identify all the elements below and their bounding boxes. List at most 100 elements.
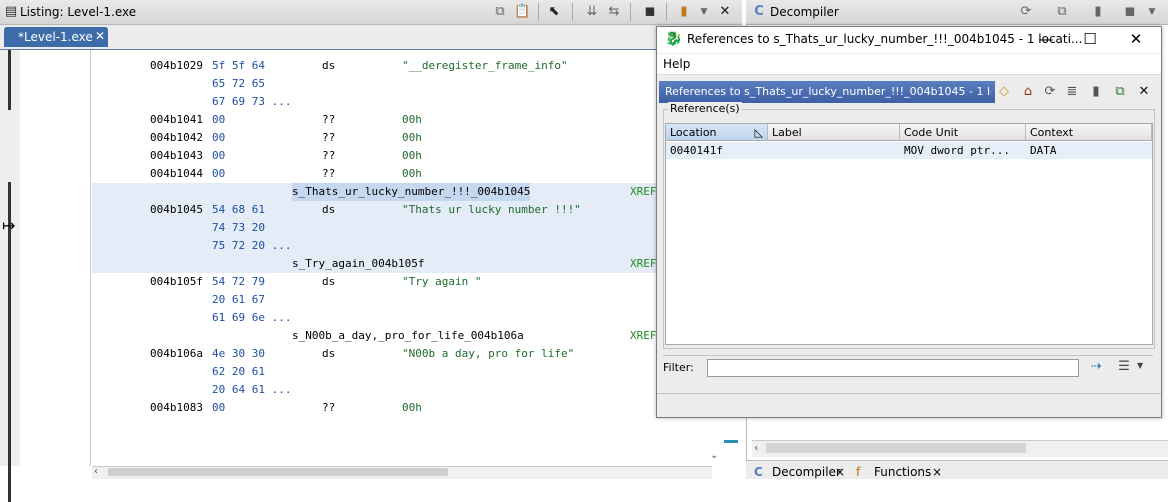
cell-context[interactable]: DATA <box>1026 142 1152 159</box>
cursor-select-icon[interactable]: ⬉ <box>546 4 562 20</box>
xref-link[interactable]: XREF <box>630 183 657 201</box>
tab-close-icon[interactable]: × <box>932 465 942 479</box>
column-header-location[interactable]: Location ◺ <box>666 124 768 141</box>
scroll-left-icon[interactable]: ‹ <box>754 441 758 454</box>
snapshot-icon[interactable]: ◼ <box>642 4 658 20</box>
listing-operand[interactable]: 00h <box>402 147 422 165</box>
cell-location[interactable]: 0040141f <box>666 142 768 159</box>
listing-bytes[interactable]: 4e 30 30 <box>212 345 265 363</box>
listing-address[interactable]: 004b1045 <box>150 201 203 219</box>
filter-apply-icon[interactable]: ⇢ <box>1087 359 1105 377</box>
tab-level-1-exe[interactable]: *Level-1.exe ✕ <box>4 27 108 47</box>
bookmark-icon[interactable]: ▮ <box>676 4 692 20</box>
listing-operand[interactable]: 00h <box>402 165 422 183</box>
filter-input[interactable] <box>707 359 1079 377</box>
listing-address[interactable]: 004b106a <box>150 345 203 363</box>
listing-mnemonic[interactable]: ds <box>322 201 335 219</box>
listing-operand[interactable]: 00h <box>402 129 422 147</box>
listing-scroll-thumb[interactable] <box>108 468 448 476</box>
listing-operand[interactable]: 00h <box>402 111 422 129</box>
references-window-title-bar[interactable]: 🐉 References to s_Thats_ur_lucky_number_… <box>657 27 1161 53</box>
listing-bytes[interactable]: 62 20 61 <box>212 363 265 381</box>
listing-mnemonic[interactable]: ?? <box>322 165 335 183</box>
listing-address[interactable]: 004b1083 <box>150 399 203 417</box>
cell-label[interactable] <box>768 142 900 159</box>
close-icon[interactable]: ✕ <box>1125 29 1147 49</box>
column-header-context[interactable]: Context <box>1026 124 1152 141</box>
listing-bytes[interactable]: 00 <box>212 165 225 183</box>
tag-icon[interactable]: ◇ <box>995 83 1013 101</box>
home-icon[interactable]: ⌂ <box>1019 83 1037 101</box>
listing-address[interactable]: 004b1042 <box>150 129 203 147</box>
references-table[interactable]: Location ◺ Label Code Unit Context 00401… <box>665 123 1153 345</box>
listing-address[interactable]: 004b1044 <box>150 165 203 183</box>
listing-operand[interactable]: "__deregister_frame_info" <box>402 57 568 75</box>
listing-mnemonic[interactable]: ds <box>322 345 335 363</box>
listing-bytes[interactable]: 54 68 61 <box>212 201 265 219</box>
listing-bytes[interactable]: 54 72 79 <box>212 273 265 291</box>
refresh-icon[interactable]: ⟳ <box>1041 83 1059 101</box>
listing-address[interactable]: 004b1043 <box>150 147 203 165</box>
listing-address[interactable]: 004b1029 <box>150 57 203 75</box>
listing-bytes[interactable]: 00 <box>212 399 225 417</box>
chevron-down-icon[interactable]: ▼ <box>1137 361 1143 370</box>
xref-link[interactable]: XREF <box>630 327 657 345</box>
listing-mnemonic[interactable]: ds <box>322 57 335 75</box>
diff-view-icon[interactable]: ⇆ <box>606 4 622 20</box>
chevron-down-icon[interactable]: ▼ <box>696 4 712 20</box>
listing-address[interactable]: 004b1041 <box>150 111 203 129</box>
listing-label[interactable]: s_Try_again_004b105f <box>292 255 424 273</box>
listing-mnemonic[interactable]: ?? <box>322 129 335 147</box>
listing-mnemonic[interactable]: ?? <box>322 147 335 165</box>
listing-operand[interactable]: "Try again " <box>402 273 481 291</box>
listing-bytes[interactable]: 67 69 73 ... <box>212 93 291 111</box>
copy-icon[interactable]: ⧉ <box>492 4 508 20</box>
maximize-icon[interactable]: ☐ <box>1079 29 1101 49</box>
listing-bytes[interactable]: 00 <box>212 111 225 129</box>
tab-close-icon[interactable]: × <box>835 465 845 479</box>
tab-close-icon[interactable]: ✕ <box>95 29 105 43</box>
listing-operand[interactable]: "Thats ur lucky number !!!" <box>402 201 581 219</box>
export-icon[interactable]: ▮ <box>1087 83 1105 101</box>
listing-label[interactable]: s_N00b_a_day,_pro_for_life_004b106a <box>292 327 524 345</box>
listing-bytes[interactable]: 74 73 20 <box>212 219 265 237</box>
minimize-icon[interactable]: — <box>1035 29 1057 49</box>
filter-options-icon[interactable]: ☰ <box>1115 359 1133 377</box>
refresh-icon[interactable]: ⟳ <box>1018 4 1034 20</box>
listing-operand[interactable]: "N00b a day, pro for life" <box>402 345 574 363</box>
listing-bytes[interactable]: 65 72 65 <box>212 75 265 93</box>
chevron-down-icon[interactable]: ▼ <box>1144 4 1160 20</box>
listing-mnemonic[interactable]: ds <box>322 273 335 291</box>
column-header-label[interactable]: Label <box>768 124 900 141</box>
cell-code-unit[interactable]: MOV dword ptr... <box>900 142 1026 159</box>
field-navigation-icon[interactable]: ⇊ <box>584 4 600 20</box>
snapshot-icon[interactable]: ⧉ <box>1111 83 1129 101</box>
tab-decompiler[interactable]: Decompiler <box>772 465 841 479</box>
listing-operand[interactable]: 00h <box>402 399 422 417</box>
close-icon[interactable]: ✕ <box>717 4 733 20</box>
listing-label[interactable]: s_Thats_ur_lucky_number_!!!_004b1045 <box>292 183 531 201</box>
paste-icon[interactable]: 📋 <box>514 4 530 20</box>
xref-link[interactable]: XREF <box>630 255 657 273</box>
listing-bytes[interactable]: 75 72 20 ... <box>212 237 291 255</box>
listing-address[interactable]: 004b105f <box>150 273 203 291</box>
scroll-left-icon[interactable]: ‹ <box>94 466 98 477</box>
listing-bytes[interactable]: 61 69 6e ... <box>212 309 291 327</box>
close-icon[interactable]: ✕ <box>1135 83 1153 101</box>
chevron-down-icon[interactable]: ⌄ <box>710 450 718 461</box>
column-header-code-unit[interactable]: Code Unit <box>900 124 1026 141</box>
snapshot-icon[interactable]: ◼ <box>1122 4 1138 20</box>
menu-help[interactable]: Help <box>663 57 690 71</box>
listing-bytes[interactable]: 20 61 67 <box>212 291 265 309</box>
listing-bytes[interactable]: 5f 5f 64 <box>212 57 265 75</box>
navigation-margin[interactable] <box>0 50 20 502</box>
listing-mnemonic[interactable]: ?? <box>322 399 335 417</box>
export-icon[interactable]: ▮ <box>1090 4 1106 20</box>
copy-icon[interactable]: ⧉ <box>1054 4 1070 20</box>
listing-bytes[interactable]: 20 64 61 ... <box>212 381 291 399</box>
listing-bytes[interactable]: 00 <box>212 129 225 147</box>
list-view-icon[interactable]: ≣ <box>1063 83 1081 101</box>
listing-mnemonic[interactable]: ?? <box>322 111 335 129</box>
listing-bytes[interactable]: 00 <box>212 147 225 165</box>
tab-functions[interactable]: Functions <box>874 465 931 479</box>
